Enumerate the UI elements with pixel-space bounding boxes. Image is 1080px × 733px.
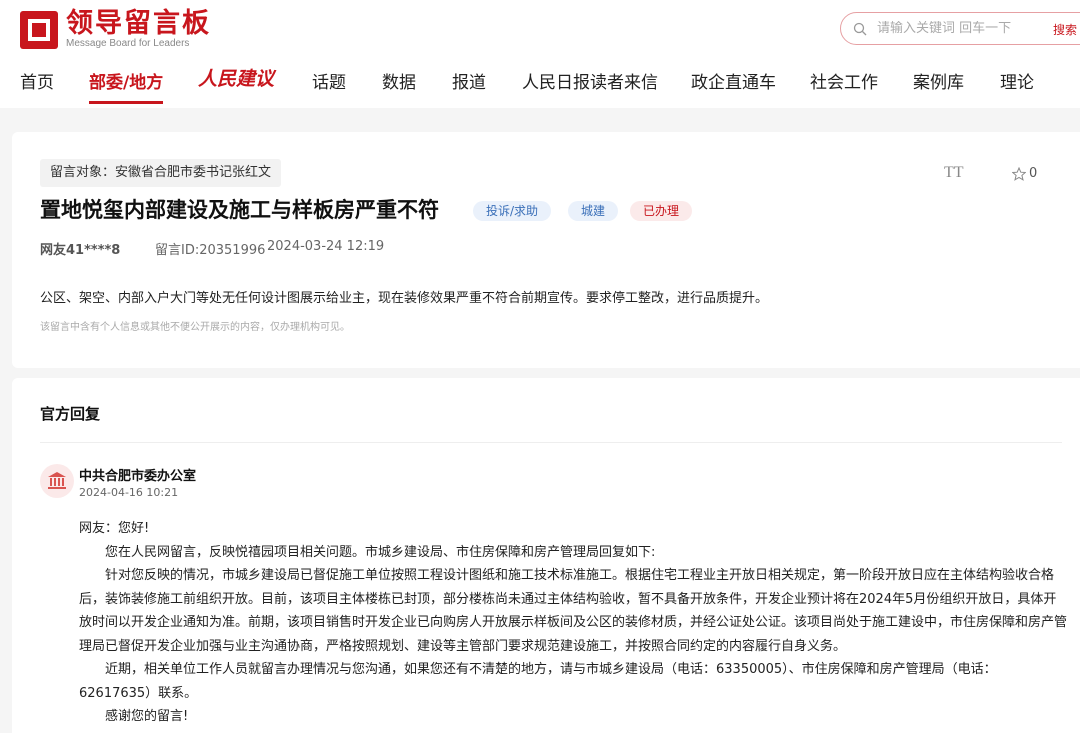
font-size-toggle[interactable]: TT [944, 164, 964, 182]
message-card: 留言对象：安徽省合肥市委书记张红文 置地悦玺内部建设及施工与样板房严重不符 投诉… [12, 132, 1080, 368]
site-logo[interactable]: 领导留言板 Message Board for Leaders [20, 10, 211, 50]
reply-time: 2024-04-16 10:21 [79, 486, 179, 499]
reply-paragraph: 您在人民网留言，反映悦禧园项目相关问题。市城乡建设局、市住房保障和房产管理局回复… [105, 544, 656, 560]
reply-paragraph: 近期，相关单位工作人员就留言办理情况与您沟通，如果您还有不清楚的地方，请与市城乡… [79, 662, 997, 701]
reply-paragraph: 针对您反映的情况，市城乡建设局已督促施工单位按照工程设计图纸和施工技术标准施工。… [79, 568, 1068, 654]
nav-item-theory[interactable]: 理论 [1000, 68, 1034, 98]
search-input[interactable] [877, 21, 1037, 36]
nav-item-reports[interactable]: 报道 [452, 68, 486, 98]
reply-paragraph: 感谢您的留言! [105, 709, 189, 724]
message-author: 网友41****8 [40, 243, 121, 258]
nav-item-reader-letters[interactable]: 人民日报读者来信 [522, 68, 658, 98]
logo-subtitle: Message Board for Leaders [66, 38, 190, 49]
favorite-button[interactable]: 0 [1012, 166, 1037, 181]
government-building-icon [48, 472, 66, 489]
main-nav: 首页 部委/地方 人民建议 话题 数据 报道 人民日报读者来信 政企直通车 社会… [0, 68, 1080, 104]
search-icon [853, 22, 867, 35]
message-body: 公区、架空、内部入户大门等处无任何设计图展示给业主，现在装修效果严重不符合前期宣… [40, 291, 769, 306]
nav-item-topics[interactable]: 话题 [312, 68, 346, 98]
tag-complaint: 投诉/求助 [473, 201, 552, 221]
divider [40, 442, 1062, 443]
message-time: 2024-03-24 12:19 [267, 239, 385, 254]
nav-item-social-work[interactable]: 社会工作 [810, 68, 878, 98]
tag-urban-construction: 城建 [568, 201, 619, 221]
favorite-count: 0 [1029, 166, 1038, 181]
nav-item-case-library[interactable]: 案例库 [913, 68, 964, 98]
nav-item-ministries-local[interactable]: 部委/地方 [89, 68, 164, 104]
official-reply-card: 官方回复 中共合肥市委办公室 2024-04-16 10:21 网友：您好! 您… [12, 378, 1080, 733]
avatar [40, 464, 74, 498]
reply-org-name: 中共合肥市委办公室 [79, 469, 197, 484]
message-id: 留言ID:20351996 [155, 243, 266, 258]
nav-item-home[interactable]: 首页 [20, 68, 54, 98]
reply-heading: 官方回复 [40, 405, 101, 423]
logo-mark-icon [20, 11, 58, 49]
message-target: 留言对象：安徽省合肥市委书记张红文 [40, 159, 282, 187]
reply-body: 网友：您好! 您在人民网留言，反映悦禧园项目相关问题。市城乡建设局、市住房保障和… [79, 517, 1069, 729]
search-box: 搜索 [840, 12, 1080, 45]
nav-item-data[interactable]: 数据 [382, 68, 416, 98]
nav-item-enterprise-direct[interactable]: 政企直通车 [691, 68, 776, 98]
message-title: 置地悦玺内部建设及施工与样板房严重不符 [40, 198, 439, 222]
reply-paragraph: 网友：您好! [79, 521, 150, 536]
star-icon [1012, 166, 1026, 181]
status-badge: 已办理 [630, 201, 693, 221]
logo-title: 领导留言板 [66, 8, 211, 39]
site-header: 领导留言板 Message Board for Leaders 搜索 首页 部委… [0, 0, 1080, 108]
search-button[interactable]: 搜索 [1053, 21, 1077, 38]
nav-item-people-suggestions[interactable]: 人民建议 [198, 64, 274, 94]
privacy-note: 该留言中含有个人信息或其他不便公开展示的内容，仅办理机构可见。 [40, 322, 350, 333]
